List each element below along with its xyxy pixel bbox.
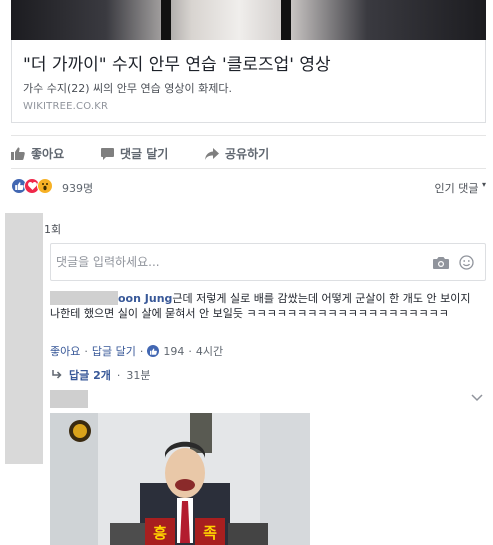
redacted-block [5, 213, 43, 464]
comment-input[interactable] [51, 244, 421, 280]
image-shape [281, 0, 291, 40]
comment-sort-dropdown[interactable]: 인기 댓글 ▾ [435, 180, 487, 196]
reactions-summary: 939명 인기 댓글 ▾ [11, 178, 486, 198]
view-replies[interactable]: 답글 2개 · 31분 [52, 367, 150, 383]
article-description: 가수 수지(22) 씨의 안무 연습 영상이 화제다. [23, 82, 232, 95]
comment-count-text: 1회 [44, 223, 62, 236]
like-label: 좋아요 [31, 147, 65, 161]
replies-label[interactable]: 답글 2개 [69, 367, 111, 383]
reaction-count[interactable]: 939명 [62, 180, 93, 196]
meme-caption-left: 흥 [153, 524, 167, 542]
redacted-block [50, 390, 88, 408]
comment-label: 댓글 달기 [120, 147, 169, 161]
comment-reply-link[interactable]: 답글 달기 [92, 343, 136, 359]
comment-meta: 좋아요 · 답글 달기 · 194 · 4시간 [50, 343, 224, 359]
reaction-icons[interactable] [11, 178, 53, 194]
replies-time: 31분 [126, 369, 151, 382]
caret-down-icon: ▾ [481, 180, 486, 189]
comment-author[interactable]: oon Jung [118, 292, 172, 305]
comment-like-count[interactable]: 194 [163, 345, 184, 358]
comment-input-box[interactable] [50, 243, 486, 281]
chevron-down-icon[interactable] [471, 394, 483, 402]
share-button[interactable]: 공유하기 [205, 145, 269, 162]
wow-reaction-icon [37, 178, 53, 194]
emoji-icon[interactable] [459, 255, 474, 270]
share-label: 공유하기 [225, 147, 270, 161]
sort-label: 인기 댓글 [434, 182, 479, 195]
article-domain: WIKITREE.CO.KR [23, 101, 109, 112]
image-background [11, 0, 486, 40]
comment-body: oon Jung근데 저렇게 실로 배를 감쌌는데 어떻게 군살이 한 개도 안… [50, 291, 480, 321]
post-action-bar: 좋아요 댓글 달기 공유하기 [11, 135, 486, 169]
share-icon [205, 147, 219, 160]
link-preview-card[interactable]: "더 가까이" 수지 안무 연습 '클로즈업' 영상 가수 수지(22) 씨의 … [11, 40, 486, 123]
article-image[interactable] [11, 0, 486, 40]
comment-time[interactable]: 4시간 [196, 343, 223, 359]
reply-arrow-icon [52, 370, 62, 379]
image-shape [161, 0, 171, 40]
comment-text: 근데 저렇게 실로 배를 감쌌는데 어떻게 군살이 한 개도 안 보이지 나한테… [50, 292, 471, 320]
thumbs-up-icon [11, 147, 25, 160]
camera-icon[interactable] [433, 256, 449, 269]
article-title[interactable]: "더 가까이" 수지 안무 연습 '클로즈업' 영상 [23, 50, 331, 75]
comment-image[interactable]: 흥 족 [50, 413, 310, 545]
comment-icon [101, 147, 114, 160]
comment-like-link[interactable]: 좋아요 [50, 343, 80, 359]
like-count-icon [147, 345, 160, 357]
meme-caption-right: 족 [203, 524, 217, 542]
like-button[interactable]: 좋아요 [11, 145, 64, 162]
comment-button[interactable]: 댓글 달기 [101, 145, 168, 162]
meme-illustration: 흥 족 [50, 413, 310, 545]
